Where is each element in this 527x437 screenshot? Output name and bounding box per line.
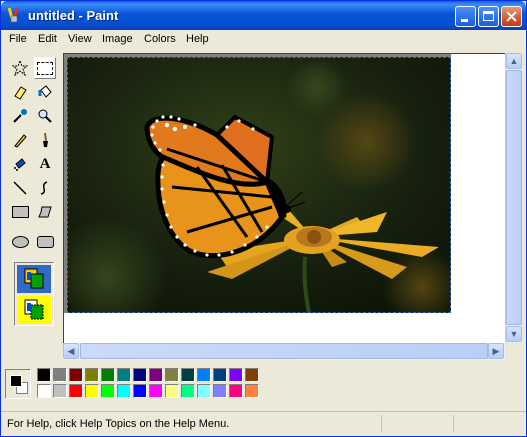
minimize-button[interactable] xyxy=(455,6,476,27)
palette-swatch[interactable] xyxy=(197,368,211,382)
palette-swatch[interactable] xyxy=(213,384,227,398)
scroll-up-button[interactable]: ▲ xyxy=(506,53,522,69)
status-text: For Help, click Help Topics on the Help … xyxy=(7,418,230,430)
magnifier-icon[interactable] xyxy=(34,105,56,127)
palette-swatch[interactable] xyxy=(117,368,131,382)
opaque-selection-option[interactable] xyxy=(17,265,51,293)
rounded-rectangle-icon[interactable] xyxy=(34,231,56,253)
polygon-icon[interactable] xyxy=(34,201,56,223)
current-colors[interactable] xyxy=(5,369,31,399)
menu-edit[interactable]: Edit xyxy=(38,33,57,45)
paint-app-icon xyxy=(7,7,19,23)
palette-swatch[interactable] xyxy=(149,368,163,382)
palette-swatch[interactable] xyxy=(133,368,147,382)
horizontal-scrollbar[interactable]: ◀ ▶ xyxy=(63,343,505,360)
close-icon xyxy=(506,11,517,22)
palette-swatch[interactable] xyxy=(197,384,211,398)
menu-colors[interactable]: Colors xyxy=(144,33,176,45)
menu-file[interactable]: File xyxy=(9,33,27,45)
scroll-down-button[interactable]: ▼ xyxy=(506,326,522,342)
status-bar: For Help, click Help Topics on the Help … xyxy=(1,411,526,436)
paint-window: untitled - Paint File Edit View Image Co… xyxy=(0,0,527,437)
airbrush-icon[interactable] xyxy=(9,153,31,175)
horizontal-scroll-thumb[interactable] xyxy=(80,343,488,359)
text-icon[interactable]: A xyxy=(34,153,56,175)
menu-bar: File Edit View Image Colors Help xyxy=(1,30,526,50)
palette-swatch[interactable] xyxy=(85,368,99,382)
foreground-color-swatch[interactable] xyxy=(10,375,22,387)
palette-swatch[interactable] xyxy=(181,368,195,382)
palette-swatch[interactable] xyxy=(69,384,83,398)
palette-swatch[interactable] xyxy=(229,384,243,398)
canvas-area[interactable] xyxy=(63,53,505,343)
palette-swatch[interactable] xyxy=(213,368,227,382)
status-cell-size xyxy=(453,415,454,433)
scroll-left-button[interactable]: ◀ xyxy=(63,343,79,359)
palette-swatch[interactable] xyxy=(133,384,147,398)
status-cell-coords xyxy=(381,415,382,433)
maximize-button[interactable] xyxy=(478,6,499,27)
palette-swatch[interactable] xyxy=(229,368,243,382)
menu-help[interactable]: Help xyxy=(186,33,209,45)
free-form-select-icon[interactable] xyxy=(9,57,31,79)
canvas-background-bottom xyxy=(64,313,505,343)
transparent-selection-option[interactable] xyxy=(17,296,51,324)
selection-marquee[interactable] xyxy=(67,57,451,313)
window-title: untitled - Paint xyxy=(28,8,119,23)
title-bar[interactable]: untitled - Paint xyxy=(1,1,526,30)
palette-swatch[interactable] xyxy=(245,368,259,382)
palette-swatch[interactable] xyxy=(117,384,131,398)
fill-icon[interactable] xyxy=(34,81,56,103)
scroll-right-button[interactable]: ▶ xyxy=(488,343,504,359)
color-palette xyxy=(1,362,526,409)
palette-swatch[interactable] xyxy=(181,384,195,398)
palette-swatch[interactable] xyxy=(37,384,51,398)
pencil-icon[interactable] xyxy=(9,129,31,151)
select-icon[interactable] xyxy=(34,57,56,79)
color-picker-icon[interactable] xyxy=(9,105,31,127)
menu-image[interactable]: Image xyxy=(102,33,133,45)
maximize-icon xyxy=(483,11,494,21)
palette-swatch[interactable] xyxy=(69,368,83,382)
palette-swatch[interactable] xyxy=(53,368,67,382)
tool-options-panel xyxy=(14,262,54,326)
curve-icon[interactable] xyxy=(34,177,56,199)
palette-swatch[interactable] xyxy=(101,384,115,398)
canvas-background-right xyxy=(451,54,505,343)
palette-swatch[interactable] xyxy=(245,384,259,398)
palette-swatch[interactable] xyxy=(165,384,179,398)
palette-swatch[interactable] xyxy=(53,384,67,398)
brush-icon[interactable] xyxy=(34,129,56,151)
rectangle-icon[interactable] xyxy=(9,201,31,223)
vertical-scroll-thumb[interactable] xyxy=(506,70,522,325)
eraser-icon[interactable] xyxy=(9,81,31,103)
scroll-corner xyxy=(505,343,522,360)
line-icon[interactable] xyxy=(9,177,31,199)
palette-swatch[interactable] xyxy=(165,368,179,382)
palette-swatch[interactable] xyxy=(37,368,51,382)
palette-swatch[interactable] xyxy=(85,384,99,398)
palette-swatch[interactable] xyxy=(101,368,115,382)
vertical-scrollbar[interactable]: ▲ ▼ xyxy=(505,53,522,343)
palette-swatch[interactable] xyxy=(149,384,163,398)
toolbox: A xyxy=(4,53,62,359)
minimize-icon xyxy=(461,19,468,22)
close-button[interactable] xyxy=(501,6,522,27)
menu-view[interactable]: View xyxy=(68,33,92,45)
ellipse-icon[interactable] xyxy=(9,231,31,253)
